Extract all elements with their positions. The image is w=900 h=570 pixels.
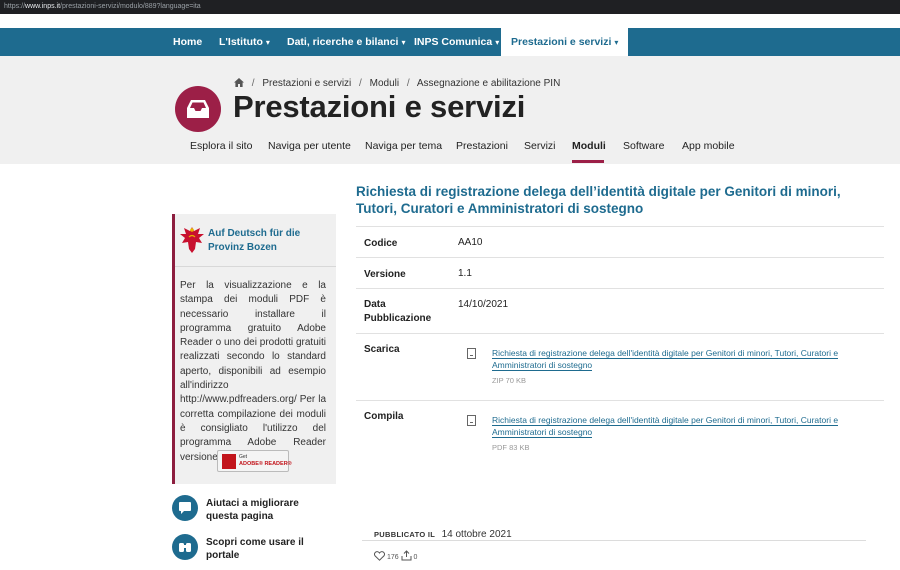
topnav-prestazioni-label: Prestazioni e servizi (511, 36, 612, 48)
breadcrumb-separator: / (406, 78, 410, 89)
top-navigation: Home L'Istituto ▾ Dati, ricerche e bilanc… (0, 28, 900, 56)
row-compila: Compila Richiesta di registrazione deleg… (356, 400, 884, 466)
compila-link-text: Richiesta di registrazione delega dell'i… (492, 415, 839, 438)
browser-address-bar[interactable]: https://www.inps.it/prestazioni-servizi/… (0, 0, 900, 14)
subnav-software[interactable]: Software (623, 140, 664, 152)
heart-icon[interactable] (373, 551, 386, 561)
row-codice: Codice AA10 (356, 226, 884, 257)
row-versione: Versione 1.1 (356, 257, 884, 288)
topnav-home-label: Home (173, 36, 203, 48)
chevron-down-icon: ▾ (265, 38, 270, 47)
likes-count: 176 (386, 554, 399, 561)
subnav-prestazioni[interactable]: Prestazioni (456, 140, 508, 152)
topnav-home[interactable]: Home (173, 28, 202, 56)
data-pubblicazione-value: 14/10/2021 (458, 299, 509, 310)
get-adobe-reader-button[interactable]: Get ADOBE® READER® (217, 450, 292, 472)
scarica-download-link[interactable]: Richiesta di registrazione delega dell'i… (492, 347, 852, 371)
page-title: Prestazioni e servizi (233, 89, 526, 124)
zip-file-icon (467, 348, 476, 359)
adobe-button-line2: ADOBE® READER® (239, 461, 292, 467)
topnav-istituto-label: L'Istituto (219, 36, 263, 48)
versione-label: Versione (364, 269, 406, 280)
published-divider (362, 540, 866, 541)
sidebar-divider (175, 266, 336, 267)
breadcrumb-current: Assegnazione e abilitazione PIN (416, 78, 561, 89)
scarica-link-text: Richiesta di registrazione delega dell'i… (492, 348, 839, 371)
subnav-esplora[interactable]: Esplora il sito (190, 140, 252, 152)
topnav-dati-label: Dati, ricerche e bilanci (287, 36, 399, 48)
breadcrumb-prestazioni[interactable]: Prestazioni e servizi (262, 78, 351, 89)
topnav-dati[interactable]: Dati, ricerche e bilanci ▾ (287, 28, 405, 56)
published-date: 14 ottobre 2021 (441, 529, 512, 540)
adobe-pdf-icon (222, 454, 236, 469)
subnav-active-indicator (572, 160, 604, 163)
subnav-servizi[interactable]: Servizi (524, 140, 556, 152)
social-actions: 176 0 (373, 550, 418, 561)
url-path: /prestazioni-servizi/modulo/889?language… (60, 3, 201, 10)
pdf-file-icon (467, 415, 476, 426)
chevron-down-icon: ▾ (495, 38, 500, 47)
published-label: PUBBLICATO IL (374, 530, 436, 539)
url-prefix: https:// (4, 3, 26, 10)
compila-label: Compila (364, 411, 404, 422)
topnav-istituto[interactable]: L'Istituto ▾ (219, 28, 270, 56)
help-portal-label: Scopri come usare il portale (206, 537, 304, 561)
compila-pdf-link[interactable]: Richiesta di registrazione delega dell'i… (492, 414, 852, 438)
pdf-info-text: Per la visualizzazione e la stampa dei m… (180, 280, 326, 463)
scarica-label: Scarica (364, 344, 400, 355)
data-pubblicazione-label: Data Pubblicazione (364, 299, 432, 324)
adobe-button-line1: Get (239, 454, 248, 460)
codice-label: Codice (364, 238, 398, 249)
shares-count: 0 (413, 554, 418, 561)
topnav-inps-comunica-label: INPS Comunica (414, 36, 493, 48)
subnav-utente[interactable]: Naviga per utente (268, 140, 351, 152)
home-icon[interactable] (234, 78, 244, 87)
breadcrumb-separator: / (359, 78, 362, 89)
breadcrumb: / Prestazioni e servizi / Moduli / Asseg… (234, 78, 560, 89)
german-province-link[interactable]: Auf Deutsch für die Provinz Bozen (208, 227, 328, 255)
share-icon[interactable] (401, 550, 412, 561)
tyrol-eagle-icon (180, 227, 204, 253)
codice-value: AA10 (458, 237, 483, 248)
subnav-tema[interactable]: Naviga per tema (365, 140, 442, 152)
compila-file-size: PDF 83 KB (492, 443, 530, 452)
section-logo (175, 86, 221, 132)
chat-icon (172, 495, 198, 521)
breadcrumb-separator: / (251, 78, 255, 89)
topnav-prestazioni[interactable]: Prestazioni e servizi ▾ (501, 28, 629, 56)
inbox-icon (187, 100, 209, 118)
chevron-down-icon: ▾ (401, 38, 406, 47)
url-host: www.inps.it (25, 3, 61, 10)
binoculars-icon (172, 534, 198, 560)
versione-value: 1.1 (458, 268, 472, 279)
breadcrumb-moduli[interactable]: Moduli (370, 78, 399, 89)
scarica-file-size: ZIP 70 KB (492, 376, 527, 385)
subnav-app-mobile[interactable]: App mobile (682, 140, 735, 152)
topnav-inps-comunica[interactable]: INPS Comunica ▾ (414, 28, 499, 56)
chevron-down-icon: ▾ (614, 38, 619, 47)
row-scarica: Scarica Richiesta di registrazione deleg… (356, 333, 884, 400)
page-top-spacer (0, 14, 900, 28)
subnav-moduli[interactable]: Moduli (572, 140, 606, 152)
help-improve-label: Aiutaci a migliorare questa pagina (206, 498, 299, 522)
form-title: Richiesta di registrazione delega dell’i… (356, 184, 841, 216)
row-data-pubblicazione: Data Pubblicazione 14/10/2021 (356, 288, 884, 333)
